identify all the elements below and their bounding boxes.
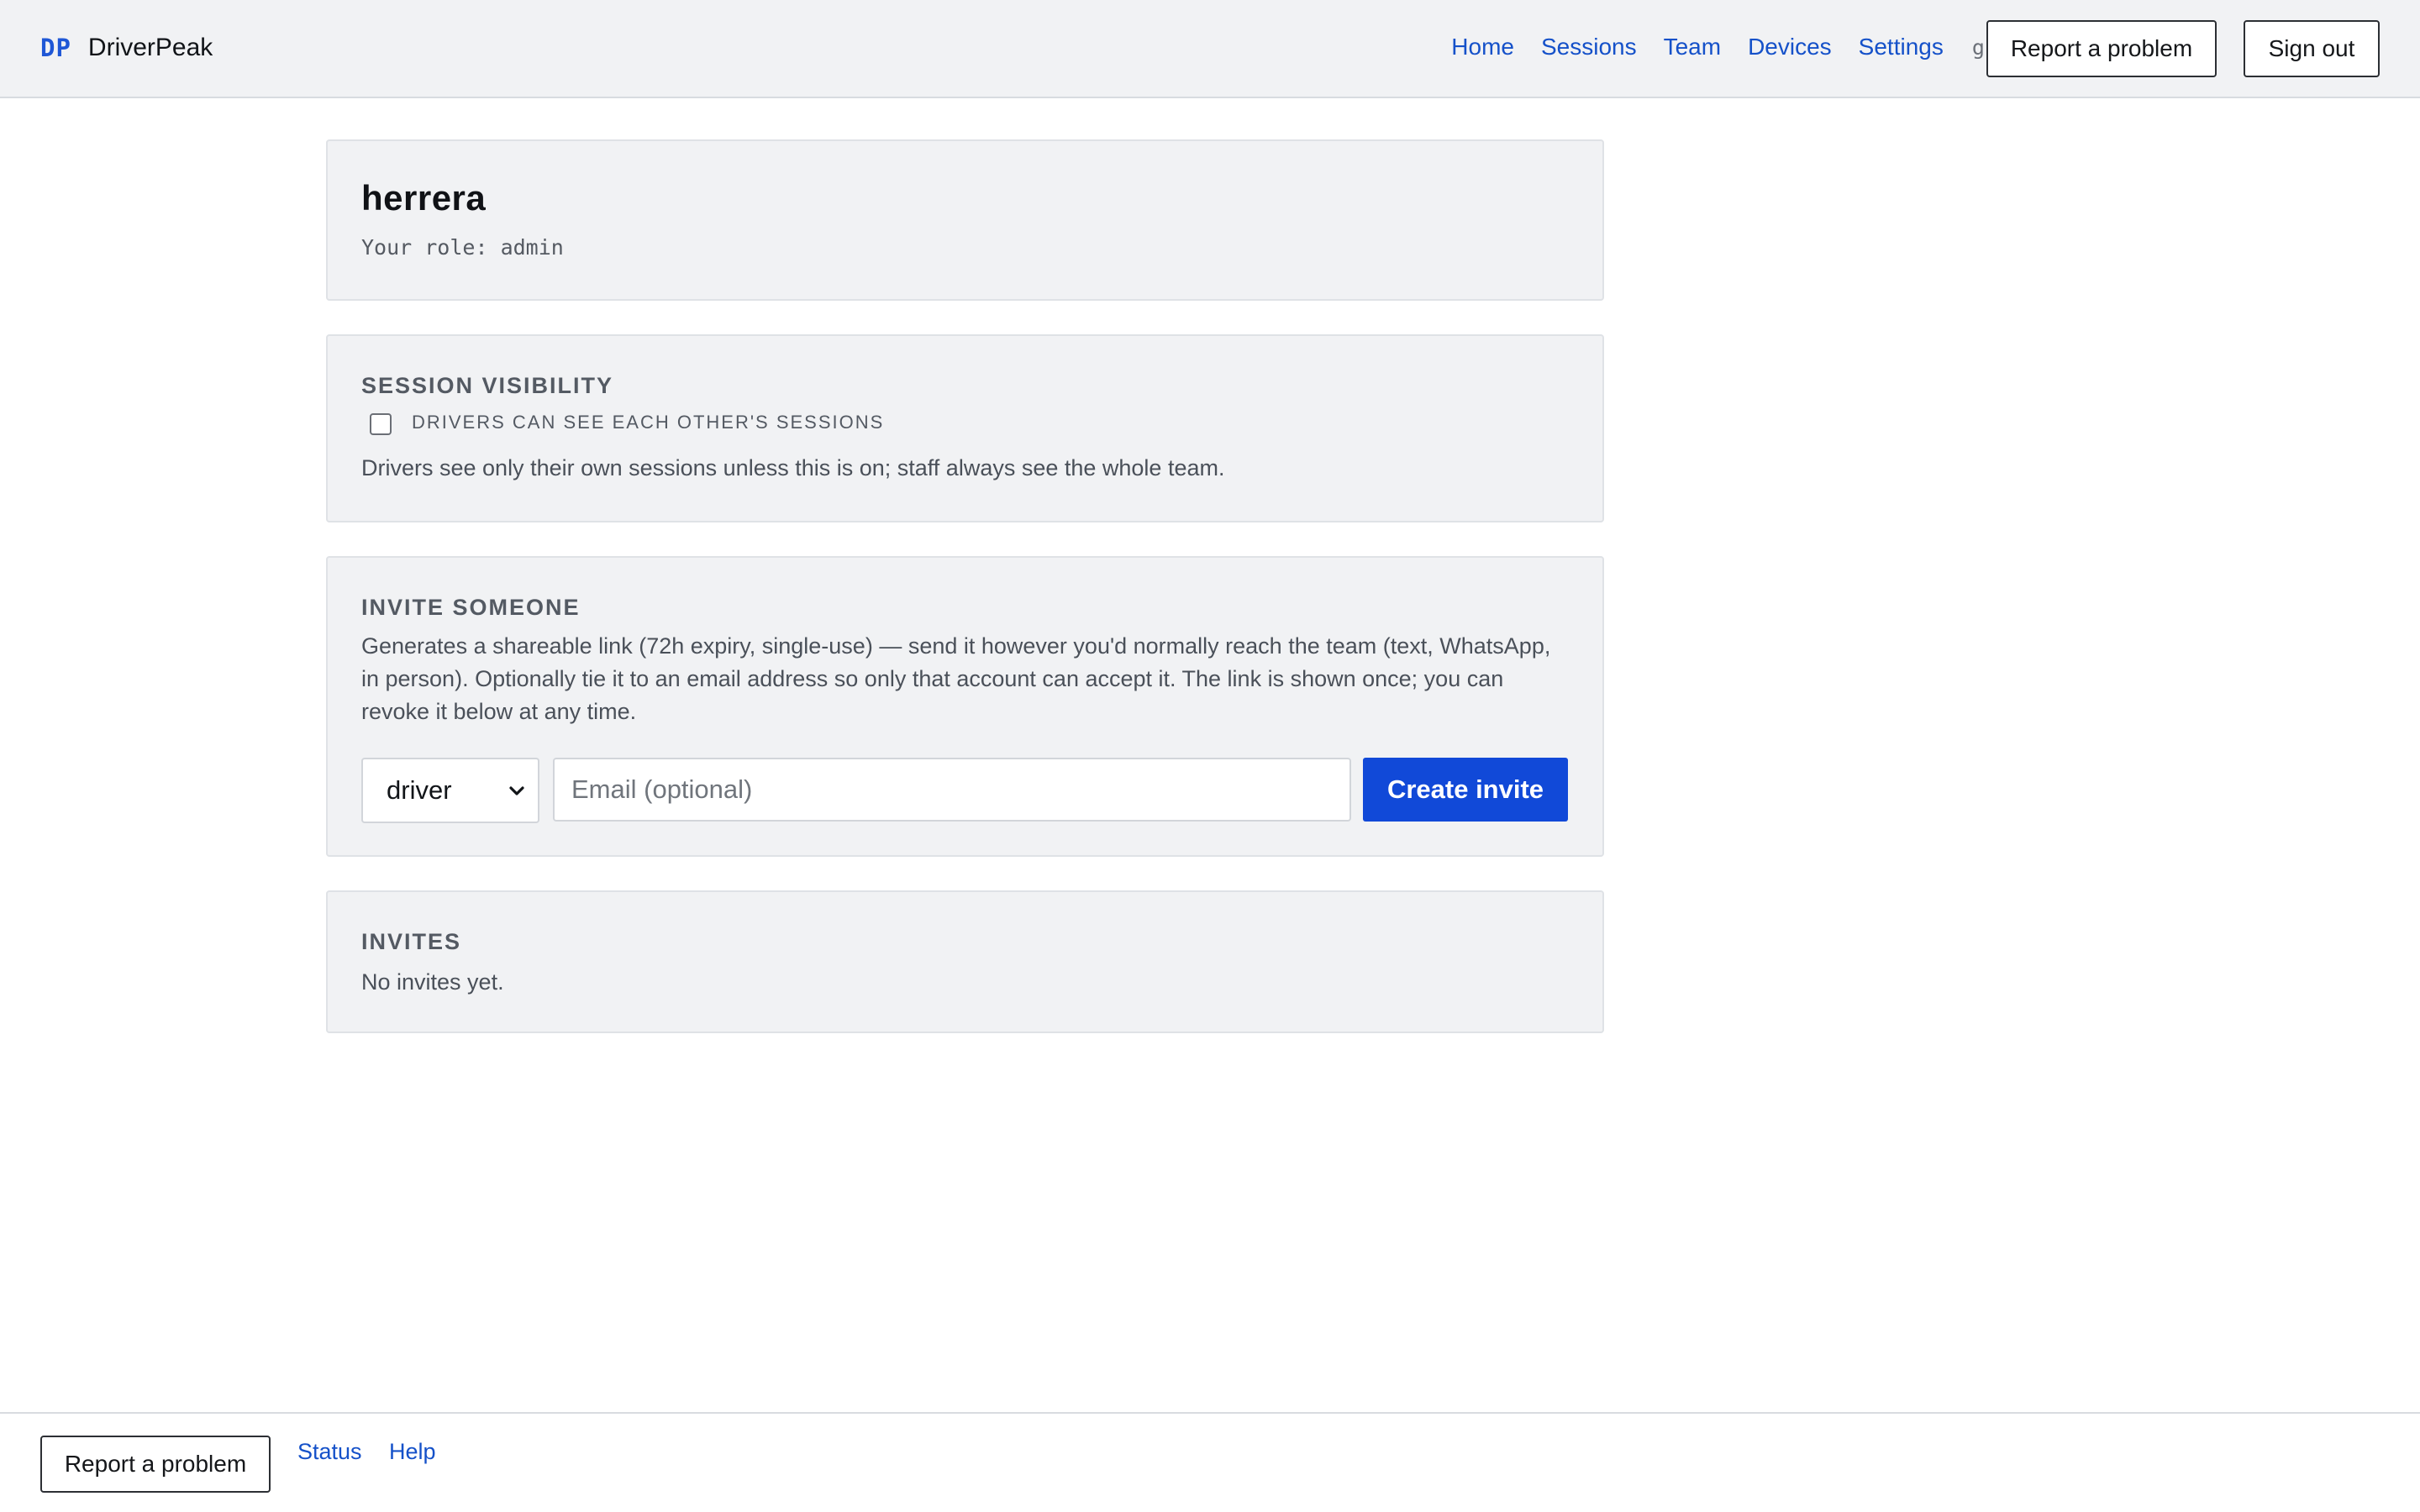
footer-help-link[interactable]: Help [389,1439,436,1465]
brand-logo-mark: DP [40,34,71,62]
invite-card: INVITE SOMEONE Generates a shareable lin… [326,556,1604,857]
section-title-visibility: SESSION VISIBILITY [361,373,614,398]
top-header: DP DriverPeak Home Sessions Team Devices… [0,0,2420,98]
role-select-value: driver [387,775,452,805]
page-footer: Report a problem Status Help [0,1412,2420,1512]
nav-settings[interactable]: Settings [1859,34,1944,60]
create-invite-button[interactable]: Create invite [1363,758,1568,822]
footer-status-link[interactable]: Status [297,1439,362,1465]
invite-description: Generates a shareable link (72h expiry, … [361,633,1551,724]
nav-home[interactable]: Home [1451,34,1514,60]
role-select[interactable]: driver [361,758,539,823]
nav-sessions[interactable]: Sessions [1541,34,1637,60]
sign-out-button[interactable]: Sign out [2244,20,2380,77]
brand[interactable]: DP DriverPeak [40,31,213,65]
team-name: herrera [361,178,487,218]
session-visibility-card: SESSION VISIBILITY DRIVERS CAN SEE EACH … [326,334,1604,522]
nav-devices[interactable]: Devices [1748,34,1832,60]
footer-report-problem-button[interactable]: Report a problem [40,1436,271,1493]
drivers-see-sessions-label[interactable]: DRIVERS CAN SEE EACH OTHER'S SESSIONS [412,412,884,433]
main-nav: Home Sessions Team Devices Settings gil [1424,30,2010,64]
section-title-invites: INVITES [361,929,462,954]
section-title-invite: INVITE SOMEONE [361,595,581,620]
drivers-see-sessions-checkbox[interactable] [370,413,392,435]
user-role: Your role: admin [361,235,564,260]
team-card: herrera Your role: admin [326,139,1604,301]
invite-email-input[interactable] [553,758,1351,822]
brand-name: DriverPeak [87,34,213,61]
invites-list-card: INVITES No invites yet. [326,890,1604,1033]
nav-team[interactable]: Team [1664,34,1721,60]
invites-empty-state: No invites yet. [361,969,504,995]
visibility-help-text: Drivers see only their own sessions unle… [361,455,1225,480]
chevron-down-icon [509,786,524,795]
report-problem-button[interactable]: Report a problem [1986,20,2217,77]
